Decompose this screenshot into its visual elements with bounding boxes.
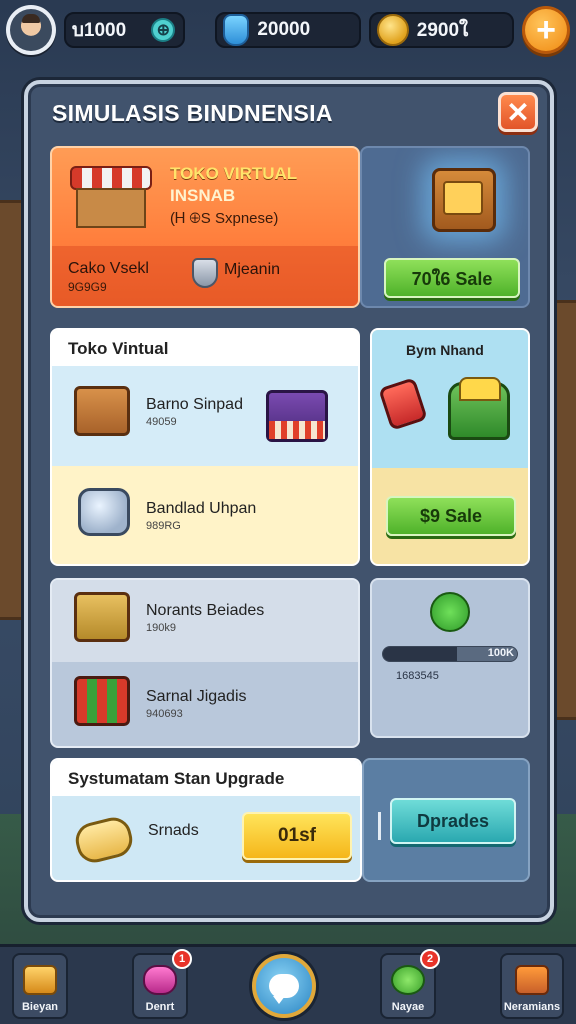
market-stall-icon xyxy=(515,964,549,995)
cone-icon xyxy=(23,964,57,995)
item-name[interactable]: Barno Sinpad xyxy=(146,396,243,414)
nav-label: Neramians xyxy=(503,1000,561,1013)
progress-card: 100K 1683545 xyxy=(370,578,530,738)
add-currency-icon[interactable]: ⊕ xyxy=(151,18,176,42)
gem-icon xyxy=(223,14,250,46)
gold-counter: 2900ใ xyxy=(368,12,515,48)
gift-box-icon xyxy=(74,676,130,726)
close-button[interactable]: ✕ xyxy=(498,92,538,132)
nav-denrt[interactable]: 1 Denrt xyxy=(132,948,192,1019)
progress-bar-fill xyxy=(383,647,457,661)
seed-pod-icon xyxy=(71,813,137,867)
lunchbox-icon xyxy=(78,488,130,536)
item-sub: 49059 xyxy=(146,416,177,428)
featured-note: (Ꮋ ⊕S Sxpnese) xyxy=(170,210,279,227)
nav-label: Denrt xyxy=(145,1000,175,1013)
featured-title: TOKO VIRTUAL xyxy=(170,164,298,183)
shop-stall-icon xyxy=(70,166,152,230)
supply-crate-icon xyxy=(74,592,130,642)
progress-label: 100K xyxy=(487,647,514,659)
item-sub: 190k9 xyxy=(146,622,176,634)
purple-crate-icon xyxy=(266,390,328,442)
notification-badge: 1 xyxy=(172,948,192,969)
featured-offer-card[interactable]: TOKO VIRTUAL INSNAB (Ꮋ ⊕S Sxpnese) Cako … xyxy=(50,146,360,308)
upgrade-card: Systumatam Stan Upgrade Srnads 01sf xyxy=(50,758,362,882)
toy-car-icon xyxy=(448,377,510,440)
nav-nayae[interactable]: 2 Nayae xyxy=(380,948,440,1019)
gold-value: 2900ใ xyxy=(416,20,469,41)
item-sub: 940693 xyxy=(146,708,183,720)
nav-bieyan[interactable]: Bieyan xyxy=(12,952,68,1019)
currency-value: บ1000 xyxy=(71,20,127,41)
nav-label: Nayae xyxy=(391,1000,425,1013)
featured-mid-label: Mjeanin xyxy=(224,261,281,278)
toko-virtual-card: Toko Vintual Barno Sinpad 49059 Bandlad … xyxy=(50,328,360,566)
side-sale-button[interactable]: $9 Sale xyxy=(386,496,516,536)
item-sub: 989RG xyxy=(146,520,181,532)
megaphone-icon xyxy=(143,964,177,995)
item-name[interactable]: Norants Beiades xyxy=(146,602,264,620)
featured-sale-button[interactable]: 70ใ6 Sale xyxy=(384,258,520,298)
side-offer-title: Bym Nhand xyxy=(406,342,484,358)
featured-sale-card: 70ใ6 Sale xyxy=(360,146,530,308)
side-offer-card: Bym Nhand $9 Sale xyxy=(370,328,530,566)
nav-neramians[interactable]: Neramians xyxy=(500,952,564,1019)
nav-label: Bieyan xyxy=(21,1000,59,1013)
chat-bubble-icon xyxy=(269,973,299,1004)
bottom-nav: Bieyan 1 Denrt 2 Nayae Neramians xyxy=(0,944,576,1024)
panel-title: SIMULASIS BINDNENSIA xyxy=(52,100,333,126)
notification-badge: 2 xyxy=(420,948,440,969)
price-button[interactable]: 01sf xyxy=(242,812,352,860)
featured-bottom-sub: 9G9G9 xyxy=(68,280,107,294)
top-bar: บ1000 ⊕ 20000 2900ใ + xyxy=(0,0,576,60)
upgrade-action-card: Dprades xyxy=(362,758,530,882)
progress-sub: 1683545 xyxy=(396,670,439,682)
add-resources-button[interactable]: + xyxy=(522,6,570,54)
featured-bottom-label: Cako Vsekl xyxy=(68,260,149,277)
player-avatar[interactable] xyxy=(6,5,56,55)
upgrade-button[interactable]: Dprades xyxy=(390,798,516,844)
retro-tv-icon xyxy=(432,168,496,232)
cardboard-box-icon xyxy=(74,386,130,436)
monster-icon xyxy=(391,964,425,995)
toko-title: Toko Vintual xyxy=(68,339,169,358)
upgrade-title: Systumatam Stan Upgrade xyxy=(68,769,285,788)
currency-counter: บ1000 ⊕ xyxy=(63,12,186,48)
chat-button[interactable] xyxy=(252,953,316,1018)
shop-panel: SIMULASIS BINDNENSIA ✕ TOKO VIRTUAL INSN… xyxy=(24,80,554,922)
gem-value: 20000 xyxy=(257,19,311,40)
gem-counter: 20000 xyxy=(215,12,361,48)
upgrade-item-name: Srnads xyxy=(148,822,199,839)
gold-coins-icon xyxy=(376,14,409,46)
item-name[interactable]: Bandlad Uhpan xyxy=(146,500,256,518)
shield-icon xyxy=(192,258,218,288)
leaf-icon xyxy=(430,592,470,632)
item-name[interactable]: Sarnal Jigadis xyxy=(146,688,247,706)
items-card: Norants Beiades 190k9 Sarnal Jigadis 940… xyxy=(50,578,360,748)
featured-subtitle: INSNAB xyxy=(170,186,236,205)
